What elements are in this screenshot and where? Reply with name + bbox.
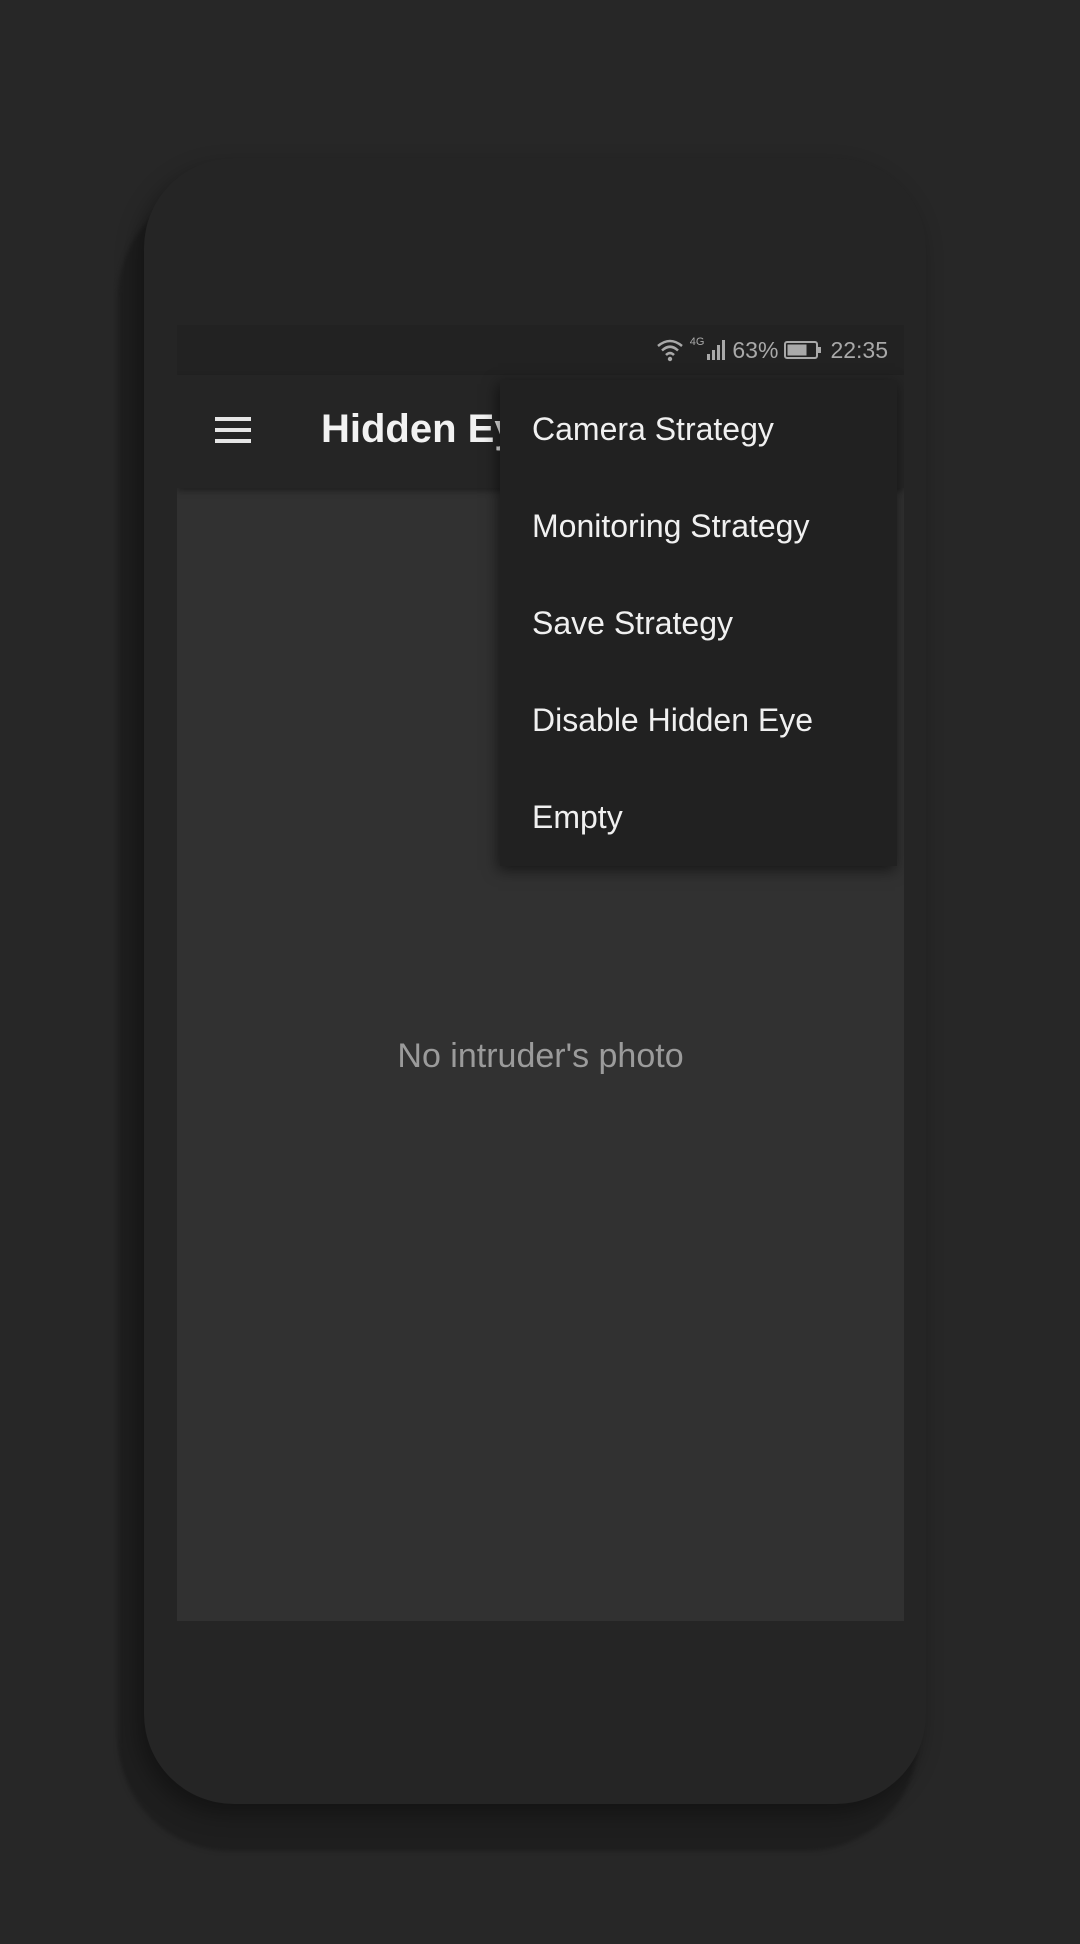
phone-screen: 4G 63% 22:35 Hidden Eye No intruder's ph…: [177, 325, 904, 1621]
battery-percent: 63%: [732, 336, 779, 363]
menu-item-disable-hidden-eye[interactable]: Disable Hidden Eye: [500, 672, 897, 769]
network-type-label: 4G: [689, 336, 705, 348]
menu-item-monitoring-strategy[interactable]: Monitoring Strategy: [500, 478, 897, 575]
menu-item-save-strategy[interactable]: Save Strategy: [500, 575, 897, 672]
battery-icon: [784, 341, 822, 359]
menu-item-empty[interactable]: Empty: [500, 769, 897, 866]
hamburger-menu-icon[interactable]: [213, 411, 253, 451]
overflow-menu: Camera Strategy Monitoring Strategy Save…: [500, 380, 897, 866]
menu-item-camera-strategy[interactable]: Camera Strategy: [500, 380, 897, 478]
wifi-icon: [656, 339, 683, 362]
signal-icon: [707, 340, 726, 360]
empty-state-message: No intruder's photo: [397, 1037, 684, 1075]
status-time: 22:35: [830, 336, 888, 363]
status-bar: 4G 63% 22:35: [177, 325, 904, 375]
